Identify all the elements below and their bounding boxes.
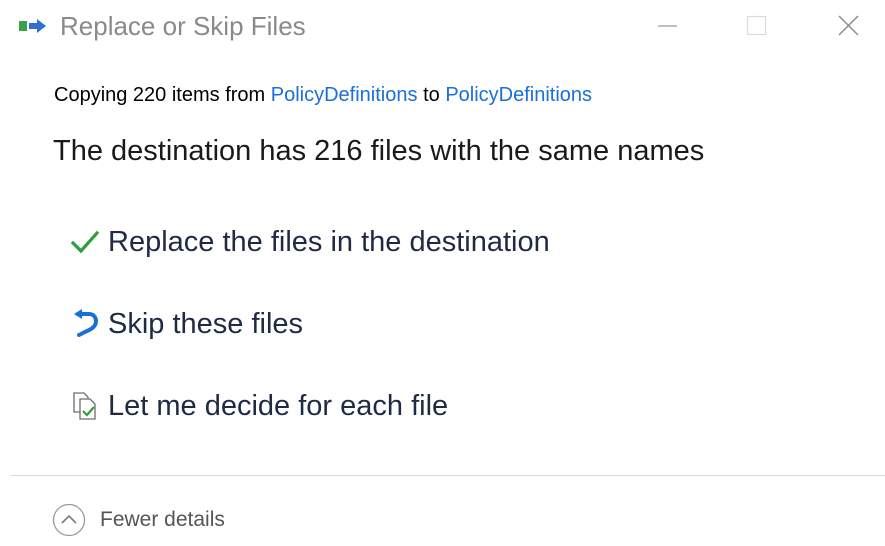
skip-arrow-icon bbox=[70, 307, 108, 341]
source-folder-link[interactable]: PolicyDefinitions bbox=[271, 84, 418, 106]
minimize-button[interactable] bbox=[644, 4, 690, 48]
destination-folder-link[interactable]: PolicyDefinitions bbox=[445, 84, 592, 106]
footer-divider bbox=[10, 475, 885, 476]
close-button[interactable] bbox=[825, 4, 871, 48]
window-title: Replace or Skip Files bbox=[60, 11, 306, 41]
skip-files-option[interactable]: Skip these files bbox=[70, 300, 303, 348]
checkmark-icon bbox=[70, 225, 108, 259]
fewer-details-toggle[interactable]: Fewer details bbox=[52, 501, 225, 539]
chevron-up-circle-icon[interactable] bbox=[52, 503, 86, 537]
copying-summary: Copying 220 items from PolicyDefinitions… bbox=[54, 84, 592, 107]
replace-files-option[interactable]: Replace the files in the destination bbox=[70, 218, 550, 266]
conflict-headline: The destination has 216 files with the s… bbox=[53, 135, 705, 167]
compare-files-icon bbox=[70, 389, 108, 423]
fewer-details-label: Fewer details bbox=[100, 508, 225, 531]
copying-prefix: Copying 220 items from bbox=[54, 84, 266, 106]
maximize-button[interactable] bbox=[733, 4, 779, 48]
skip-files-label: Skip these files bbox=[108, 307, 304, 340]
title-bar[interactable]: Replace or Skip Files bbox=[0, 0, 885, 52]
replace-files-label: Replace the files in the destination bbox=[108, 225, 550, 258]
decide-each-file-option[interactable]: Let me decide for each file bbox=[70, 382, 448, 430]
copying-middle: to bbox=[423, 84, 440, 106]
replace-skip-dialog: Replace or Skip Files Copying 220 items … bbox=[0, 0, 885, 546]
decide-each-file-label: Let me decide for each file bbox=[108, 389, 449, 422]
file-move-icon bbox=[18, 17, 48, 37]
